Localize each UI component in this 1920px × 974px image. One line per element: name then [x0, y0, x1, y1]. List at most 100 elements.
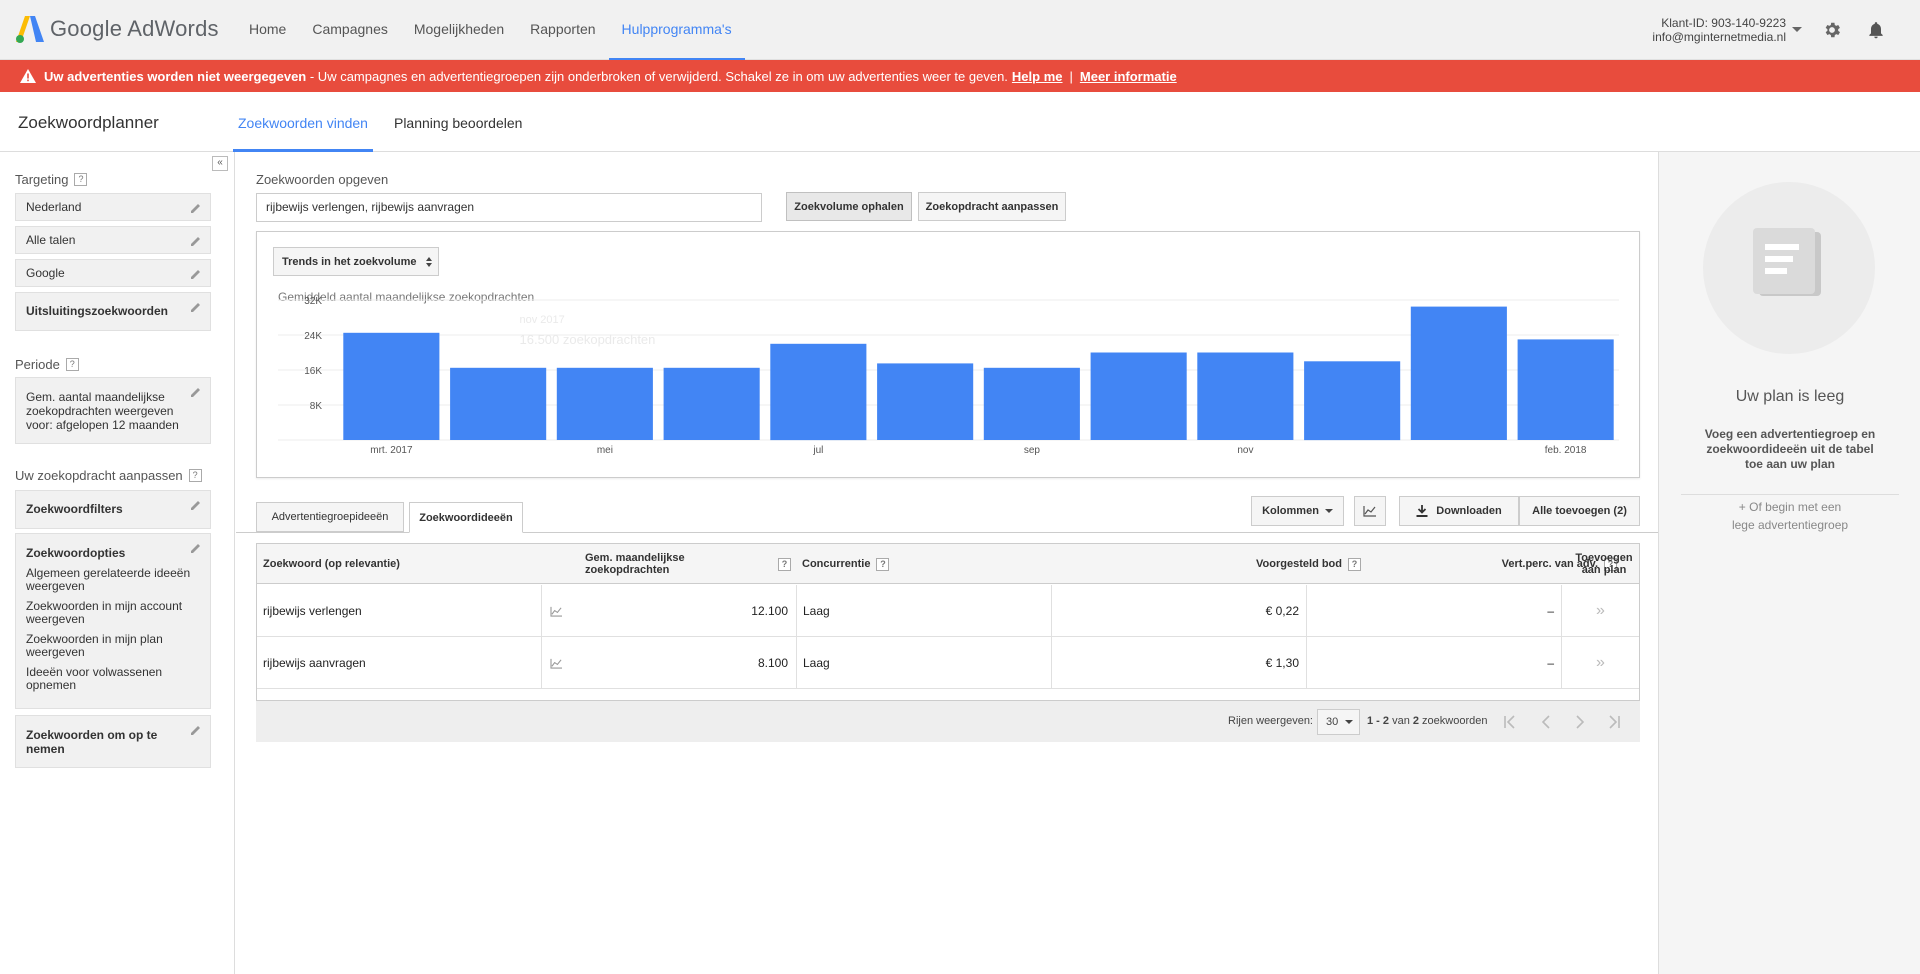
help-me-link[interactable]: Help me — [1012, 69, 1063, 84]
x-tick-label: sep — [1024, 445, 1041, 456]
x-tick-label: feb. 2018 — [1545, 445, 1587, 456]
targeting-network[interactable]: Google — [15, 259, 211, 287]
plan-panel: Uw plan is leeg Voeg een advertentiegroe… — [1658, 152, 1920, 974]
chart-bar[interactable] — [343, 332, 440, 440]
empty-plan-text: Voeg een advertentiegroep en zoekwoordid… — [1704, 427, 1876, 471]
chart-bar[interactable] — [1517, 339, 1614, 440]
modify-search-button[interactable]: Zoekopdracht aanpassen — [918, 192, 1066, 221]
help-icon[interactable]: ? — [65, 358, 79, 371]
chart-bar[interactable] — [770, 343, 867, 441]
chart-bar[interactable] — [1304, 361, 1401, 441]
period-selector[interactable]: Gem. aantal maandelijkse zoekopdrachten … — [15, 377, 211, 444]
keyword-filters[interactable]: Zoekwoordfilters — [15, 490, 211, 529]
period-title: Periode ? — [15, 357, 79, 372]
last-page-icon[interactable] — [1607, 715, 1621, 729]
tab-find-keywords[interactable]: Zoekwoorden vinden — [233, 92, 373, 152]
header-competition[interactable]: Concurrentie ? — [802, 544, 890, 584]
targeting-language-label: Alle talen — [26, 233, 76, 247]
option-adult-ideas: Ideeën voor volwassenen opnemen — [26, 665, 163, 692]
add-to-plan-cell[interactable]: » — [1562, 637, 1639, 689]
header-keyword[interactable]: Zoekwoord (op relevantie) — [263, 544, 400, 584]
adjust-search-label: Uw zoekopdracht aanpassen — [15, 468, 183, 483]
help-icon[interactable]: ? — [74, 173, 88, 186]
table-row: rijbewijs aanvragen 8.100 Laag € 1,30 – … — [257, 637, 1639, 689]
bar-chart: 8K 16K 24K 32K nov 2017 16.500 zoekopdrachten… — [278, 296, 1619, 456]
tab-keyword-ideas[interactable]: Zoekwoordideeën — [409, 502, 523, 533]
chart-bar[interactable] — [450, 367, 547, 440]
line-chart-icon[interactable] — [550, 658, 563, 669]
nav-reports[interactable]: Rapporten — [517, 0, 608, 60]
adwords-logo[interactable]: Google AdWords — [16, 14, 219, 44]
empty-plan-title: Uw plan is leeg — [1735, 388, 1845, 405]
impression-share-cell: – — [1307, 585, 1562, 637]
empty-plan-illustration — [1703, 182, 1875, 354]
nav-home[interactable]: Home — [236, 0, 299, 60]
document-icon — [1753, 228, 1821, 296]
rows-per-page-value: 30 — [1326, 716, 1339, 728]
download-button[interactable]: Downloaden — [1399, 496, 1519, 526]
add-to-plan-icon[interactable]: » — [1596, 654, 1605, 672]
line-chart-icon[interactable] — [550, 606, 563, 617]
tab-review-plan[interactable]: Planning beoordelen — [389, 92, 527, 152]
chart-bar[interactable] — [1197, 352, 1294, 441]
panel-divider — [1681, 494, 1899, 495]
impression-share-cell: – — [1307, 637, 1562, 689]
account-dropdown-icon[interactable] — [1792, 27, 1802, 32]
chart-bar[interactable] — [556, 367, 653, 440]
top-bar: Google AdWords Home Campagnes Mogelijkhe… — [0, 0, 1920, 60]
previous-page-icon[interactable] — [1539, 715, 1553, 729]
next-page-icon[interactable] — [1573, 715, 1587, 729]
period-text: Gem. aantal maandelijkse zoekopdrachten … — [26, 390, 179, 432]
header-avg-monthly[interactable]: Gem. maandelijkse zoekopdrachten ? — [585, 544, 791, 584]
targeting-location[interactable]: Nederland — [15, 193, 211, 221]
add-to-plan-icon[interactable]: » — [1596, 602, 1605, 620]
x-tick-label: nov — [1237, 445, 1253, 456]
help-icon[interactable]: ? — [778, 557, 791, 571]
columns-button[interactable]: Kolommen — [1251, 496, 1344, 526]
targeting-negative-keywords[interactable]: Uitsluitingszoekwoorden — [15, 292, 211, 331]
gear-icon[interactable] — [1822, 20, 1842, 40]
show-chart-button[interactable] — [1354, 496, 1386, 526]
caret-down-icon — [1324, 508, 1333, 513]
y-tick-label: 16K — [304, 366, 322, 377]
get-search-volume-button[interactable]: Zoekvolume ophalen — [786, 192, 912, 221]
keywords-to-include[interactable]: Zoekwoorden om op te nemen — [15, 715, 211, 768]
negative-keywords-label: Uitsluitingszoekwoorden — [26, 304, 169, 318]
notifications-bell-icon[interactable] — [1866, 19, 1886, 41]
nav-opportunities[interactable]: Mogelijkheden — [401, 0, 517, 60]
first-page-icon[interactable] — [1503, 715, 1517, 729]
collapse-sidebar-button[interactable]: « — [212, 156, 228, 171]
page-range: 1 - 2 van 2 zoekwoorden — [1367, 715, 1488, 727]
keyword-ideas-table: Zoekwoord (op relevantie) Gem. maandelij… — [256, 543, 1640, 701]
trend-select[interactable]: Trends in het zoekvolume — [273, 247, 439, 276]
add-to-plan-cell[interactable]: » — [1562, 585, 1639, 637]
chart-bar[interactable] — [663, 367, 760, 440]
more-info-link[interactable]: Meer informatie — [1080, 69, 1177, 84]
nav-campaigns[interactable]: Campagnes — [299, 0, 401, 60]
nav-tools[interactable]: Hulpprogramma's — [608, 0, 745, 60]
account-info[interactable]: Klant-ID: 903-140-9223 info@mginternetme… — [1652, 16, 1786, 44]
chart-bar[interactable] — [877, 363, 974, 440]
help-icon[interactable]: ? — [188, 469, 202, 482]
keywords-to-include-label: Zoekwoorden om op te nemen — [26, 728, 158, 756]
header-suggested-bid[interactable]: Voorgesteld bod ? — [1057, 544, 1361, 584]
avg-searches-value: 12.100 — [751, 604, 788, 618]
tab-ad-group-ideas[interactable]: Advertentiegroepideeën — [256, 502, 404, 532]
tool-header: Zoekwoordplanner Zoekwoorden vinden Plan… — [0, 92, 1920, 152]
keywords-input[interactable]: rijbewijs verlengen, rijbewijs aanvragen — [256, 193, 762, 222]
targeting-language[interactable]: Alle talen — [15, 226, 211, 254]
chart-bar[interactable] — [1090, 352, 1187, 441]
pencil-icon — [191, 270, 200, 279]
keyword-options[interactable]: Zoekwoordopties Algemeen gerelateerde id… — [15, 533, 211, 709]
suggested-bid-cell: € 0,22 — [1052, 585, 1307, 637]
chart-bar[interactable] — [983, 367, 1080, 440]
start-empty-ad-group-link[interactable]: + Of begin met een lege advertentiegroep — [1659, 498, 1920, 534]
header-add-line2: aan plan — [1581, 564, 1627, 576]
add-all-button[interactable]: Alle toevoegen (2) — [1519, 496, 1640, 526]
chart-bar[interactable] — [1410, 306, 1507, 440]
caret-down-icon — [1345, 719, 1354, 724]
keywords-input-label: Zoekwoorden opgeven — [256, 172, 389, 187]
rows-per-page-select[interactable]: 30 — [1317, 709, 1360, 735]
help-icon[interactable]: ? — [876, 557, 890, 571]
account-email: info@mginternetmedia.nl — [1652, 30, 1786, 44]
